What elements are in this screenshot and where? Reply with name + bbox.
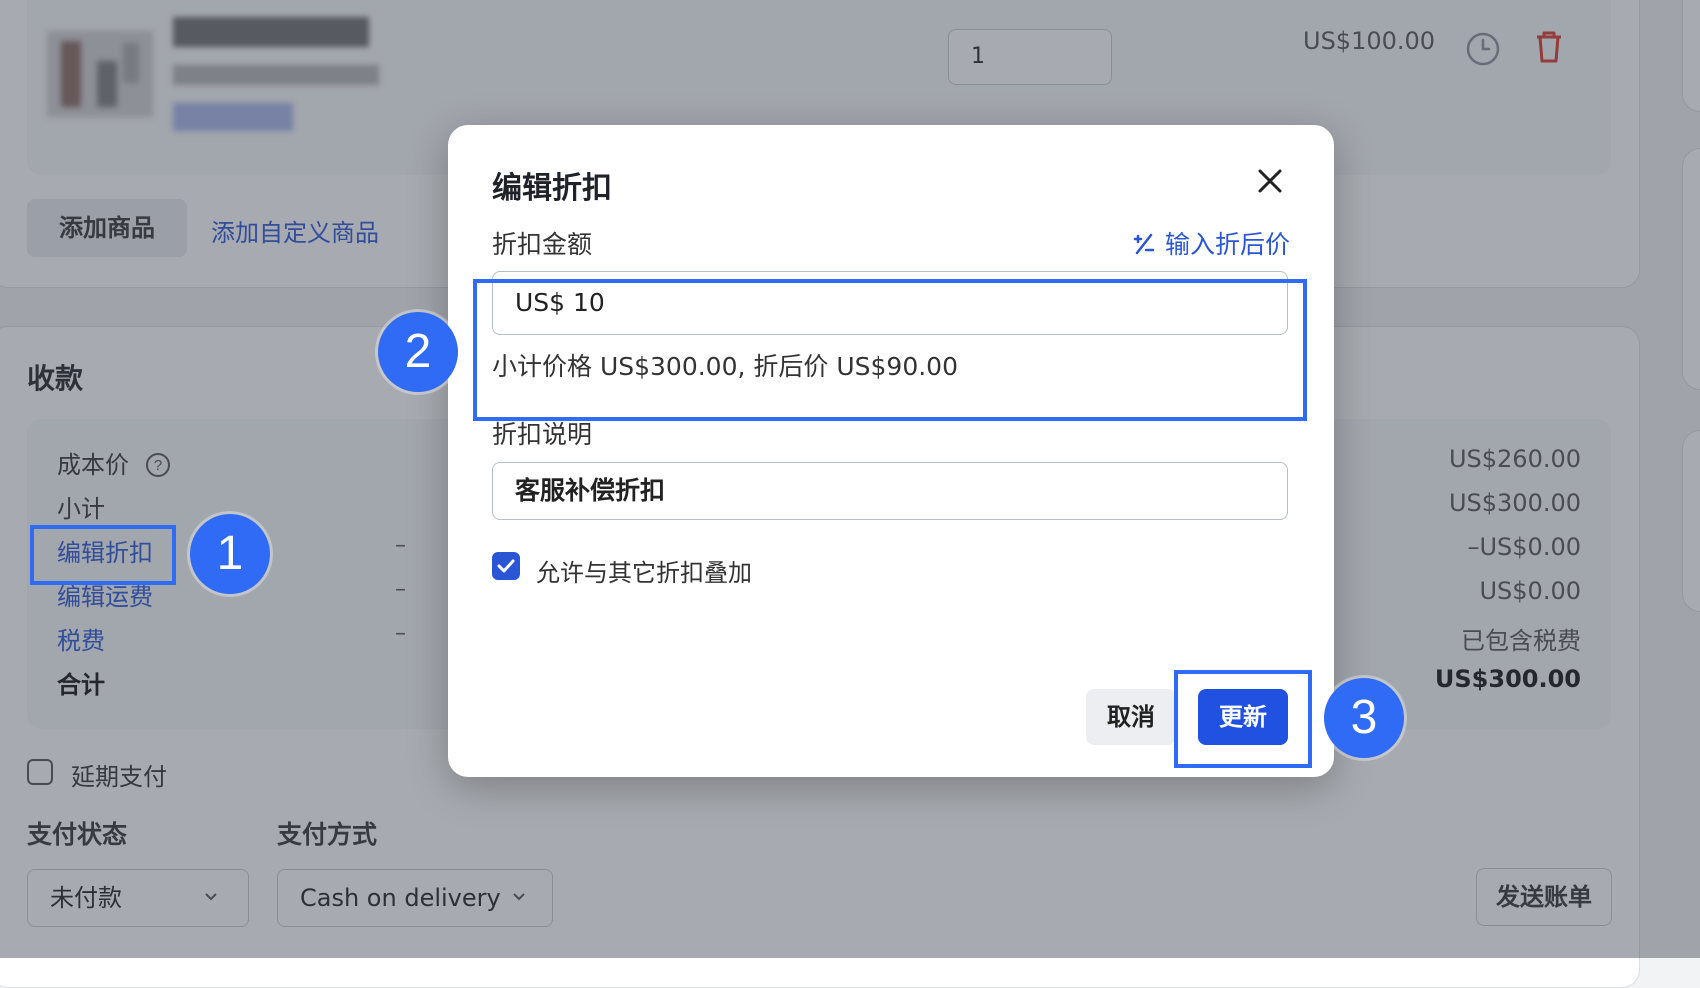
step-badge-1: 1 [190, 514, 270, 594]
close-icon[interactable] [1250, 161, 1290, 201]
step-badge-2: 2 [378, 312, 458, 392]
enter-discounted-price-link[interactable]: 输入折后价 [1131, 225, 1290, 261]
discount-reason-label: 折扣说明 [492, 420, 593, 449]
discount-summary-text: 小计价格 US$300.00, 折后价 US$90.00 [492, 352, 958, 381]
discount-amount-input[interactable]: US$ 10 [492, 271, 1288, 335]
dialog-title: 编辑折扣 [492, 171, 612, 206]
percent-icon [1133, 233, 1155, 255]
stack-discount-label: 允许与其它折扣叠加 [536, 559, 752, 587]
discount-reason-input[interactable]: 客服补偿折扣 [492, 462, 1288, 520]
checkmark-icon [497, 559, 515, 573]
stack-discount-checkbox[interactable] [492, 552, 520, 580]
discount-amount-label: 折扣金额 [492, 230, 593, 259]
update-button[interactable]: 更新 [1198, 689, 1288, 745]
cancel-button[interactable]: 取消 [1086, 689, 1176, 745]
step-badge-3: 3 [1324, 678, 1404, 758]
edit-discount-dialog: 编辑折扣 折扣金额 输入折后价 US$ 10 小计价格 US$300.00, 折… [448, 125, 1334, 777]
enter-discounted-price-text: 输入折后价 [1164, 230, 1290, 259]
